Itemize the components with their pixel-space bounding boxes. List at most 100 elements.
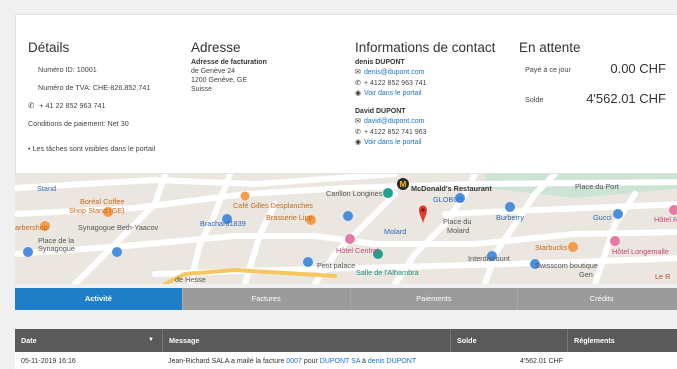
view-in-portal-link[interactable]: Voir dans le portail [364,139,422,146]
paid-to-date-value: 0.00 CHF [610,61,666,76]
contact-name: denis DUPONT [355,59,405,66]
contact-email-link[interactable]: denis@dupont.com [364,69,424,76]
contact-phone: + 4122 852 741 963 [364,128,427,136]
client-link[interactable]: DUPONT SA [320,358,360,365]
address-line: de Genève 24 [191,68,235,75]
svg-text:M: M [400,180,407,189]
map-label-stand: Stand [37,184,57,193]
details-section: Détails Numéro ID: 10001 Numéro de TVA: … [28,40,193,158]
payment-terms: Conditions de paiement: Net 30 [28,119,129,128]
map-label-boreal2: Shop Stand (GE) [69,206,125,215]
map-label-le-r: Le R [655,272,671,281]
cell-solde: 4'562.01 CHF [520,358,563,365]
contact-card: denis DUPONT ✉ denis@dupont.com ✆ + 4122 8… [355,58,515,99]
address-line: 1200 Genève, GE [191,77,248,84]
map-label-cafe: Café Gilles Desplanches [233,201,313,210]
envelope-icon: ✉ [355,69,361,77]
cell-reglements [567,352,677,369]
map-label-mcdonalds: McDonald's Restaurant [411,184,492,193]
location-map[interactable]: M Stand Boréal Coffee Shop Stand (GE) Sy… [15,174,677,284]
map-label-place-port: Place du Port [575,182,619,191]
address-section: Adresse Adresse de facturation de Genève… [191,40,346,94]
contact-name: David DUPONT [355,108,406,116]
cell-message: Jean-Richard SALA a mailé la facture 000… [162,352,450,369]
client-id: Numéro ID: 10001 [38,65,97,74]
client-summary-card: Détails Numéro ID: 10001 Numéro de TVA: … [15,14,677,174]
map-label-swisscom2: Gen [579,270,593,279]
map-label-petit-palace: Petit palace [317,261,356,270]
contact-email-link[interactable]: david@dupont.com [364,118,424,125]
map-label-synagogue: Synagogue Beth-Yaacov [78,223,159,232]
column-header-reglements[interactable]: Réglements [567,329,677,352]
message-text: à [360,358,368,365]
contact-email-row: ✉ denis@dupont.com [355,68,515,78]
tab-credits[interactable]: Crédits [517,288,677,310]
map-label-hotel-r: Hôtel R [654,215,677,224]
contact-email-row: ✉ david@dupont.com [355,117,515,127]
column-header-date[interactable]: Date ▼ [15,329,162,352]
pending-section: En attente Payé à ce jour 0.00 CHF Solde… [519,40,677,115]
envelope-icon: ✉ [355,118,361,126]
client-phone-number: + 41 22 852 963 741 [39,101,106,110]
activity-tabs: Activité Factures Paiements Crédits [15,288,677,310]
contact-phone-row: ✆ + 4122 852 963 741 [355,79,515,89]
contact-phone-row: ✆ + 4122 852 741 963 [355,128,515,138]
phone-icon: ✆ [28,101,35,110]
phone-icon: ✆ [355,128,361,136]
contact-section: Informations de contact denis DUPONT ✉ de… [355,40,515,148]
client-phone: ✆ + 41 22 852 963 741 [28,97,193,115]
map-label-rue-hesse: de Hesse [175,275,206,284]
map-label-synagogue-place2: Synagogue [38,244,75,253]
sort-desc-icon[interactable]: ▼ [148,329,154,352]
map-label-interdiscount: Interdiscount [468,254,510,263]
activity-table: Date ▼ Message Solde Réglements 05-11-20… [15,329,677,369]
contact-portal-row: ◉ Voir dans le portail [355,138,515,148]
map-label-brasserie: Brasserie Lipp [266,213,313,222]
phone-icon: ✆ [355,79,361,87]
balance-value: 4'562.01 CHF [586,91,666,106]
tab-activite[interactable]: Activité [15,288,182,310]
map-label-starbucks: Starbucks [535,243,568,252]
tab-factures[interactable]: Factures [181,288,350,310]
tab-paiements[interactable]: Paiements [349,288,518,310]
map-label-salle: Salle de l'Alhambra [356,268,419,277]
billing-address-label: Adresse de facturation [191,59,267,66]
table-row: 05-11-2019 16:16 Jean-Richard SALA a mai… [15,352,677,369]
contact-title: Informations de contact [355,40,496,55]
contact-card: David DUPONT ✉ david@dupont.com ✆ + 4122 8… [355,107,515,148]
balance-label: Solde [525,95,544,104]
map-label-longemalle: Hôtel Longemalle [612,247,669,256]
map-label-hotel-central: Hôtel Central [336,246,379,255]
map-label-brachard: Brachard1839 [200,219,246,228]
details-title: Détails [28,40,70,55]
invoice-link[interactable]: 0007 [286,358,302,365]
map-label-boreal: Boréal Coffee [80,197,125,206]
address-title: Adresse [191,40,241,55]
message-text: Jean-Richard SALA a mailé la facture [168,358,287,365]
map-label-barbershop: arbershop [15,223,48,232]
map-label-place-molard: Place du [443,217,472,226]
paid-to-date-label: Payé à ce jour [525,65,571,74]
address-line: Suisse [191,86,213,93]
balance-row: Solde 4'562.01 CHF [519,85,677,115]
column-header-date-label: Date [21,336,37,345]
pending-title: En attente [519,40,581,55]
table-header: Date ▼ Message Solde Réglements [15,329,677,352]
contact-portal-row: ◉ Voir dans le portail [355,89,515,99]
map-label-globus: GLOBUS [433,195,464,204]
message-text: pour [301,358,320,365]
column-header-solde[interactable]: Solde [450,329,567,352]
column-header-message[interactable]: Message [162,329,450,352]
map-label-swisscom: Swisscom boutique [535,261,598,270]
contact-link[interactable]: denis DUPONT [368,358,416,365]
vat-number: Numéro de TVA: CHE-826.852.741 [38,83,151,92]
map-label-gucci: Gucci [593,213,612,222]
dashboard-icon: ◉ [355,89,362,97]
portal-note: • Les tâches sont visibles dans le porta… [28,144,156,153]
map-label-place-molard2: Molard [447,226,470,235]
dashboard-icon: ◉ [355,139,362,147]
view-in-portal-link[interactable]: Voir dans le portail [364,90,422,97]
contact-phone: + 4122 852 963 741 [364,79,427,87]
cell-date: 05-11-2019 16:16 [21,358,76,365]
map-label-molard: Molard [384,227,407,236]
